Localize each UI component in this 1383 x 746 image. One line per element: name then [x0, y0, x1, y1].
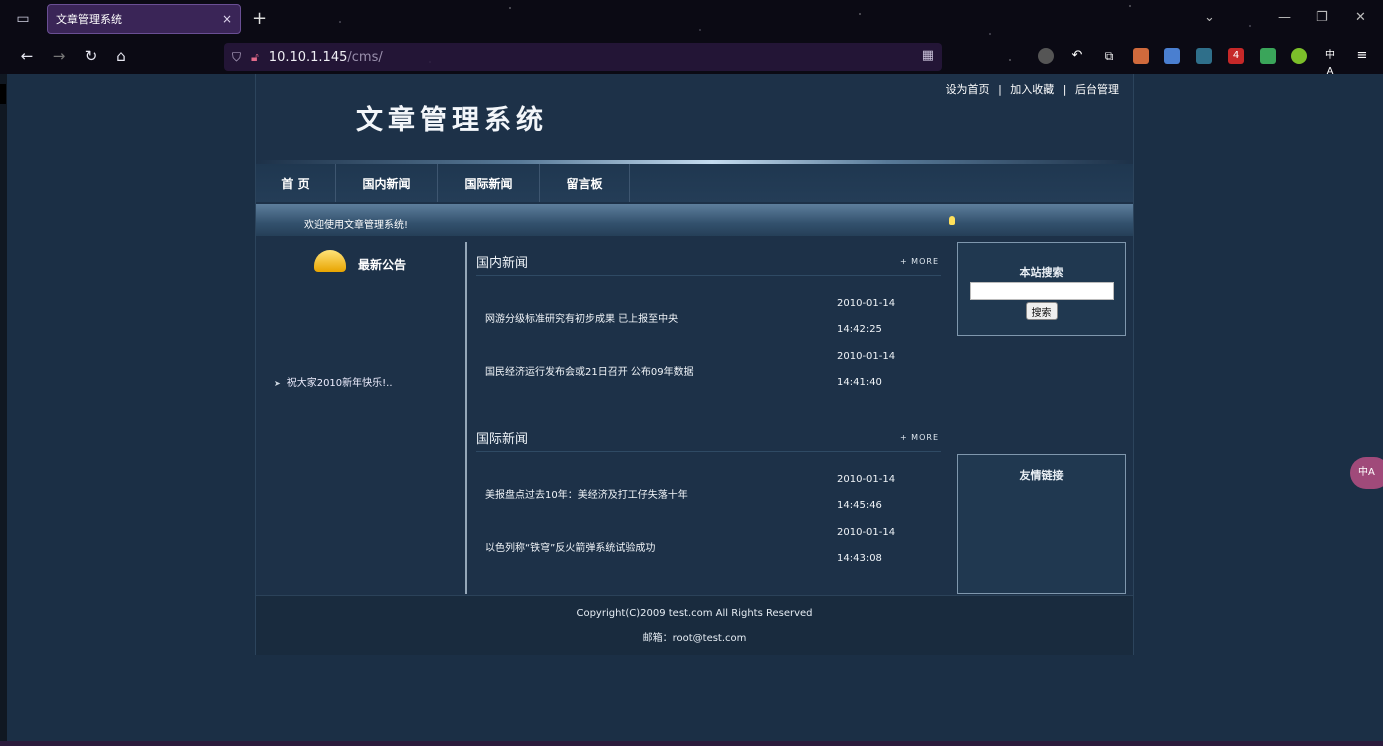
- footer: Copyright(C)2009 test.com All Rights Res…: [256, 595, 1133, 655]
- translate-float-button[interactable]: 中A: [1350, 457, 1383, 489]
- add-favorite-link[interactable]: 加入收藏: [1010, 83, 1054, 96]
- nav-toolbar: ← → ↻ ⌂ ⛉ 🔓︎ 10.10.1.145 /cms/ ▦ ↶ ⧉ 4 中…: [0, 40, 1383, 77]
- news-headline[interactable]: 网游分级标准研究有初步成果 已上报至中央: [485, 310, 678, 325]
- sidebar-strip: [0, 74, 7, 746]
- maximize-icon[interactable]: ❐: [1316, 10, 1328, 25]
- news-row: 网游分级标准研究有初步成果 已上报至中央 2010-01-14 14:42:25: [476, 290, 941, 343]
- nav-domestic-news[interactable]: 国内新闻: [336, 164, 438, 202]
- column-divider: [465, 242, 467, 594]
- extensions-icon[interactable]: ⧉: [1101, 48, 1117, 64]
- news-headline[interactable]: 美报盘点过去10年：美经济及打工仔失落十年: [485, 486, 688, 501]
- news-time: 14:43:08: [837, 553, 882, 564]
- new-tab-button[interactable]: +: [252, 8, 267, 29]
- section-header: 国内新闻 + MORE: [476, 242, 941, 276]
- browser-chrome: ▭ 文章管理系统 × + ⌄ — ❐ ✕ ← → ↻ ⌂ ⛉ 🔓︎ 10.10.…: [0, 0, 1383, 77]
- search-input[interactable]: [969, 282, 1114, 300]
- close-icon[interactable]: ✕: [1355, 10, 1366, 25]
- welcome-bar: 欢迎使用文章管理系统!: [256, 204, 1133, 236]
- back-icon[interactable]: ←: [16, 47, 38, 65]
- news-headline[interactable]: 以色列称“铁穹”反火箭弹系统试验成功: [485, 539, 655, 554]
- set-homepage-link[interactable]: 设为首页: [946, 83, 990, 96]
- news-headline[interactable]: 国民经济运行发布会或21日召开 公布09年数据: [485, 363, 694, 378]
- extension-b-icon[interactable]: [1196, 48, 1212, 64]
- lock-icon[interactable]: 🔓︎: [251, 50, 259, 65]
- more-link[interactable]: + MORE: [900, 433, 939, 442]
- more-link[interactable]: + MORE: [900, 257, 939, 266]
- tab-list-icon[interactable]: ▭: [12, 10, 34, 28]
- shield-icon[interactable]: ⛉: [232, 50, 241, 65]
- copyright-text: Copyright(C)2009 test.com All Rights Res…: [576, 608, 813, 619]
- nav-international-news[interactable]: 国际新闻: [438, 164, 540, 202]
- section-title: 国际新闻: [476, 432, 529, 447]
- nav-home[interactable]: 首 页: [256, 164, 336, 202]
- news-row: 国民经济运行发布会或21日召开 公布09年数据 2010-01-14 14:41…: [476, 343, 941, 396]
- link-separator: |: [1062, 83, 1067, 96]
- search-button[interactable]: 搜索: [1025, 302, 1058, 320]
- megaphone-icon: [314, 250, 346, 272]
- friend-links-box: 友情链接: [957, 454, 1126, 594]
- browser-tab[interactable]: 文章管理系统 ×: [47, 4, 241, 34]
- domestic-news-section: 国内新闻 + MORE 网游分级标准研究有初步成果 已上报至中央 2010-01…: [476, 242, 941, 396]
- wechat-icon[interactable]: [1260, 48, 1276, 64]
- news-time: 14:45:46: [837, 500, 882, 511]
- undo-icon[interactable]: ↶: [1069, 48, 1085, 64]
- news-row: 以色列称“铁穹”反火箭弹系统试验成功 2010-01-14 14:43:08: [476, 519, 941, 572]
- site-page: 设为首页 | 加入收藏 | 后台管理 文章管理系统 首 页 国内新闻 国际新闻 …: [255, 74, 1134, 655]
- notification-badge[interactable]: 4: [1228, 48, 1244, 64]
- minimize-icon[interactable]: —: [1278, 10, 1291, 25]
- announcement-item[interactable]: ➤ 祝大家2010新年快乐!..: [274, 374, 393, 389]
- tab-dropdown-icon[interactable]: ⌄: [1204, 10, 1215, 25]
- international-news-section: 国际新闻 + MORE 美报盘点过去10年：美经济及打工仔失落十年 2010-0…: [476, 418, 941, 572]
- section-title: 国内新闻: [476, 256, 529, 271]
- nav-guestbook[interactable]: 留言板: [540, 164, 630, 202]
- news-date: 2010-01-14: [837, 351, 896, 362]
- main-nav: 首 页 国内新闻 国际新闻 留言板: [256, 164, 1133, 202]
- news-time: 14:41:40: [837, 377, 882, 388]
- bottom-bar: [0, 741, 1383, 746]
- search-title: 本站搜索: [1019, 266, 1064, 279]
- extension-c-icon[interactable]: [1291, 48, 1307, 64]
- reload-icon[interactable]: ↻: [80, 47, 102, 65]
- search-box: 本站搜索 搜索: [957, 242, 1126, 336]
- url-host: 10.10.1.145: [268, 49, 348, 65]
- friend-links-title: 友情链接: [1019, 469, 1064, 482]
- news-date: 2010-01-14: [837, 474, 896, 485]
- profile-icon[interactable]: [1038, 48, 1054, 64]
- tab-strip: ▭ 文章管理系统 × + ⌄ — ❐ ✕: [0, 0, 1383, 38]
- announcement-panel: 最新公告 ➤ 祝大家2010新年快乐!..: [256, 242, 466, 594]
- site-logo: 文章管理系统: [356, 105, 548, 136]
- qr-icon[interactable]: ▦: [922, 48, 934, 63]
- top-links: 设为首页 | 加入收藏 | 后台管理: [946, 81, 1119, 97]
- home-icon[interactable]: ⌂: [110, 47, 132, 65]
- address-bar[interactable]: ⛉ 🔓︎ 10.10.1.145 /cms/ ▦: [224, 43, 942, 71]
- welcome-text: 欢迎使用文章管理系统!: [304, 220, 409, 231]
- news-row: 美报盘点过去10年：美经济及打工仔失落十年 2010-01-14 14:45:4…: [476, 466, 941, 519]
- translate-icon[interactable]: 中A: [1322, 48, 1338, 77]
- announcement-title: 最新公告: [358, 258, 407, 272]
- close-tab-icon[interactable]: ×: [222, 12, 232, 26]
- news-time: 14:42:25: [837, 324, 882, 335]
- email-text: 邮箱：root@test.com: [642, 633, 747, 644]
- news-date: 2010-01-14: [837, 527, 896, 538]
- forward-icon[interactable]: →: [48, 47, 70, 65]
- news-date: 2010-01-14: [837, 298, 896, 309]
- save-icon[interactable]: [1164, 48, 1180, 64]
- url-path: /cms/: [347, 49, 383, 65]
- tab-title: 文章管理系统: [56, 13, 122, 26]
- section-header: 国际新闻 + MORE: [476, 418, 941, 452]
- extension-a-icon[interactable]: [1133, 48, 1149, 64]
- arrow-icon: ➤: [274, 379, 281, 388]
- announcement-text: 祝大家2010新年快乐!..: [286, 378, 393, 389]
- bulb-icon: [949, 216, 955, 225]
- menu-icon[interactable]: ≡: [1354, 48, 1370, 64]
- admin-link[interactable]: 后台管理: [1075, 83, 1119, 96]
- link-separator: |: [998, 83, 1002, 96]
